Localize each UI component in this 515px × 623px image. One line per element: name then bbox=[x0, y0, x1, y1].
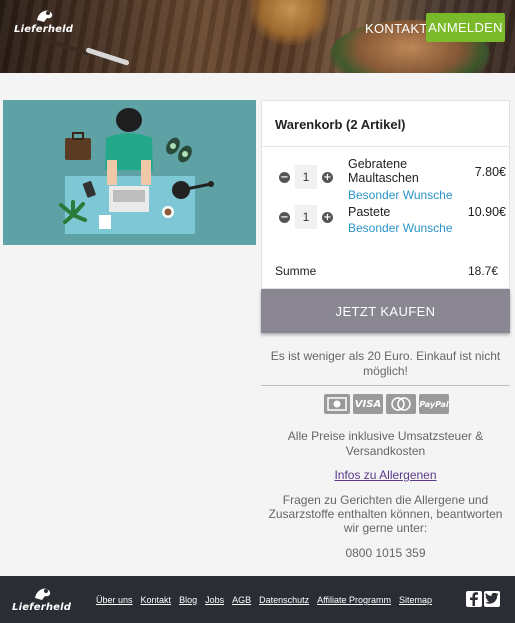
increase-quantity-button[interactable]: + bbox=[322, 171, 333, 183]
sum-label: Summe bbox=[275, 264, 317, 278]
quantity-input[interactable] bbox=[295, 165, 317, 189]
special-request-link[interactable]: Besonder Wunsche bbox=[348, 188, 453, 202]
decrease-quantity-button[interactable]: − bbox=[279, 211, 290, 223]
facebook-icon[interactable] bbox=[466, 591, 482, 607]
prices-note: Alle Preise inklusive Umsatzsteuer & Ver… bbox=[287, 429, 484, 458]
social-links bbox=[466, 591, 500, 607]
cart-item-price: 10.90€ bbox=[467, 205, 506, 219]
quantity-stepper: − + bbox=[279, 165, 333, 189]
workspace-illustration bbox=[3, 100, 256, 245]
divider bbox=[261, 385, 510, 386]
footer-link-agb[interactable]: AGB bbox=[232, 595, 251, 605]
allergen-info-link[interactable]: Infos zu Allergenen bbox=[261, 468, 510, 482]
nav-kontakt-link[interactable]: KONTAKT bbox=[365, 21, 428, 36]
cart-item-name-line1: Gebratene bbox=[348, 157, 408, 171]
login-button[interactable]: ANMELDEN bbox=[426, 13, 505, 42]
increase-quantity-button[interactable]: + bbox=[322, 211, 333, 223]
cart-item-name: Gebratene Maultaschen bbox=[348, 157, 419, 185]
header-logo[interactable]: Lieferheld bbox=[14, 6, 73, 35]
footer-links: Über uns Kontakt Blog Jobs AGB Datenschu… bbox=[96, 595, 440, 605]
phone-number: 0800 1015 359 bbox=[345, 546, 426, 560]
footer-link-ueber-uns[interactable]: Über uns bbox=[96, 595, 133, 605]
cart-item-name: Pastete bbox=[348, 205, 391, 219]
desk-illustration-icon bbox=[59, 108, 214, 234]
decrease-quantity-button[interactable]: − bbox=[279, 171, 290, 183]
twitter-icon[interactable] bbox=[484, 591, 500, 607]
buy-now-button[interactable]: JETZT KAUFEN bbox=[261, 289, 510, 333]
lieferheld-logo-icon bbox=[36, 10, 52, 22]
visa-icon: VISA bbox=[353, 394, 383, 414]
footer-link-affiliate[interactable]: Affiliate Programm bbox=[317, 595, 391, 605]
cart-title: Warenkorb (2 Artikel) bbox=[262, 101, 509, 147]
footer: Lieferheld Über uns Kontakt Blog Jobs AG… bbox=[0, 576, 515, 623]
min-order-warning: Es ist weniger als 20 Euro. Einkauf ist … bbox=[270, 349, 501, 378]
food-image-fries bbox=[250, 0, 330, 45]
header: Lieferheld KONTAKT ANMELDEN bbox=[0, 0, 515, 73]
quantity-input[interactable] bbox=[295, 205, 317, 229]
cart-item-name-line2: Maultaschen bbox=[348, 171, 419, 185]
footer-link-kontakt[interactable]: Kontakt bbox=[141, 595, 172, 605]
cash-icon bbox=[324, 394, 350, 414]
logo-wordmark: Lieferheld bbox=[14, 24, 74, 35]
footer-link-jobs[interactable]: Jobs bbox=[205, 595, 224, 605]
sum-value: 18.7€ bbox=[467, 264, 498, 278]
cart-item-price: 7.80€ bbox=[474, 165, 506, 179]
footer-logo[interactable]: Lieferheld bbox=[12, 584, 71, 613]
footer-link-sitemap[interactable]: Sitemap bbox=[399, 595, 432, 605]
quantity-stepper: − + bbox=[279, 205, 333, 229]
footer-link-blog[interactable]: Blog bbox=[179, 595, 197, 605]
paypal-icon: PayPal bbox=[419, 394, 449, 414]
logo-wordmark: Lieferheld bbox=[12, 602, 72, 613]
lieferheld-logo-icon bbox=[34, 588, 50, 600]
allergen-info-text: Fragen zu Gerichten die Allergene und Zu… bbox=[268, 493, 503, 535]
footer-link-datenschutz[interactable]: Datenschutz bbox=[259, 595, 309, 605]
shopping-cart: Warenkorb (2 Artikel) − + Gebratene Maul… bbox=[261, 100, 510, 289]
payment-methods: VISA PayPal bbox=[324, 394, 449, 414]
mastercard-icon bbox=[386, 394, 416, 414]
special-request-link[interactable]: Besonder Wunsche bbox=[348, 221, 453, 235]
